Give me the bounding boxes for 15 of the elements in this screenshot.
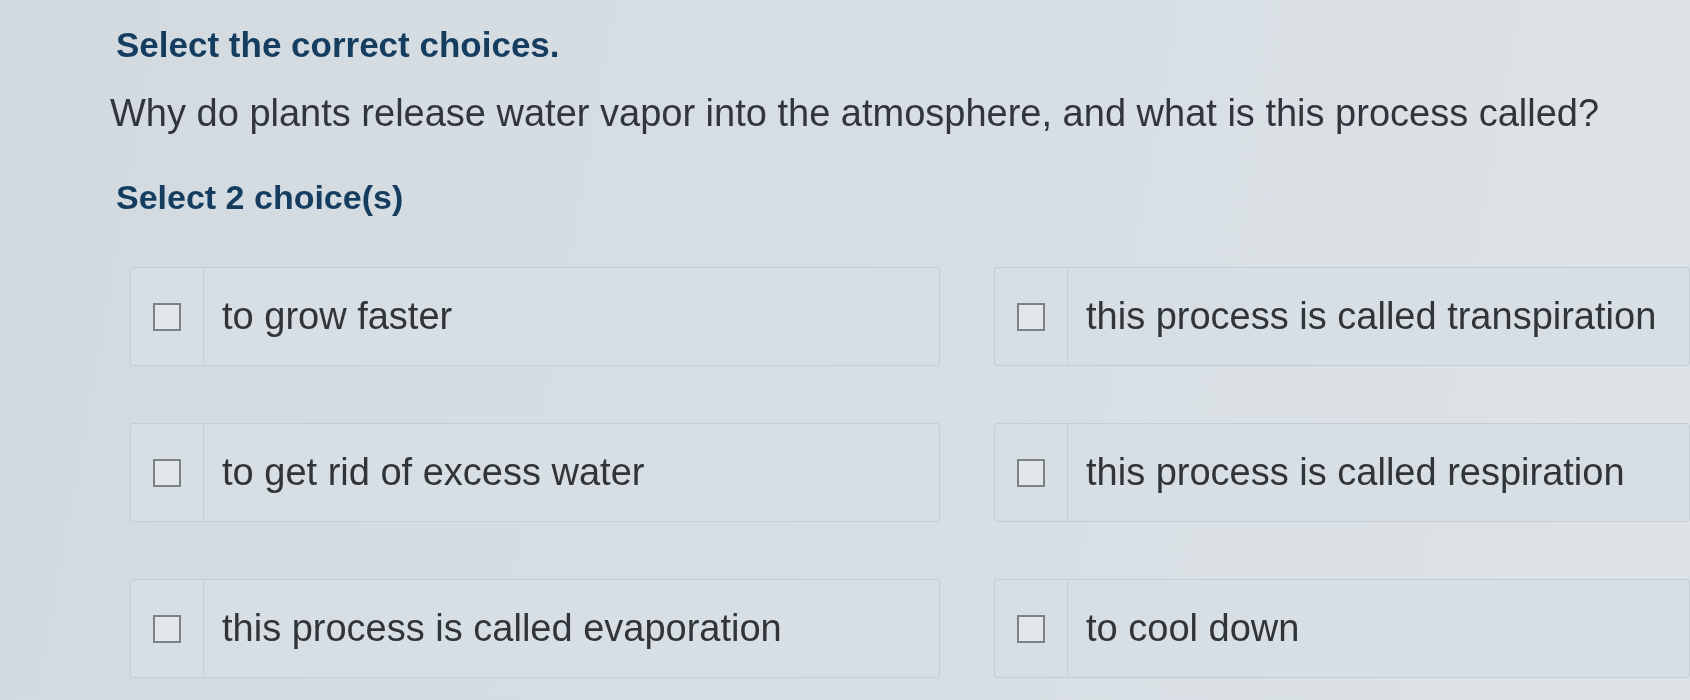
checkbox[interactable] <box>153 458 181 487</box>
question-text: Why do plants release water vapor into the atmosphere, and what is this process called? <box>110 91 1600 136</box>
selection-hint: Select 2 choice(s) <box>116 177 404 218</box>
answer-option[interactable]: this process is called transpiration <box>994 267 1690 366</box>
checkbox[interactable] <box>153 614 181 643</box>
answer-option[interactable]: to cool down <box>994 579 1690 678</box>
answer-option[interactable]: this process is called respiration <box>994 423 1690 522</box>
checkbox[interactable] <box>1017 302 1045 331</box>
answer-option[interactable]: to grow faster <box>130 267 940 366</box>
instruction-heading: Select the correct choices. <box>116 24 560 66</box>
checkbox[interactable] <box>1017 458 1045 487</box>
checkbox[interactable] <box>153 302 181 331</box>
answer-option[interactable]: this process is called evaporation <box>130 579 940 678</box>
answer-option[interactable]: to get rid of excess water <box>130 423 940 522</box>
checkbox[interactable] <box>1017 614 1045 643</box>
